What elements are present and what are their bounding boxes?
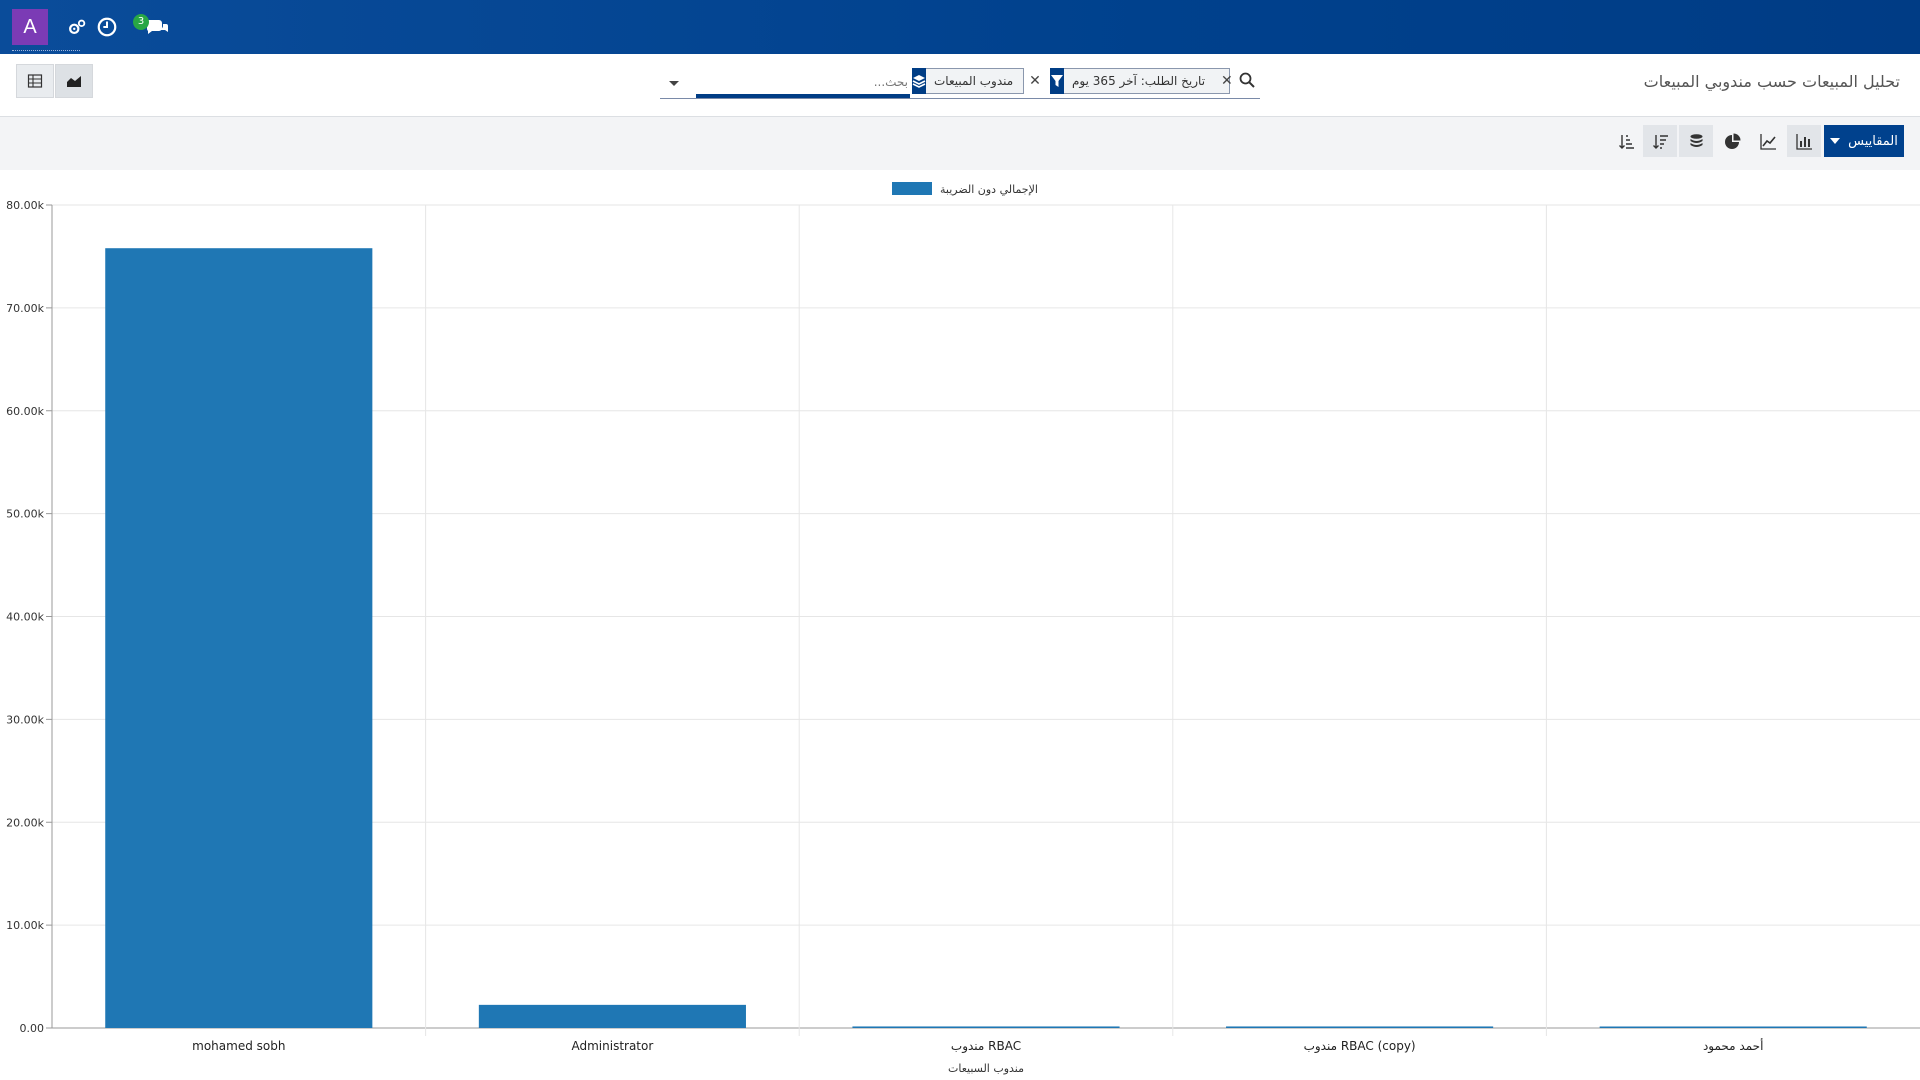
facet-label: مندوب المبيعات [934, 74, 1014, 88]
caret-down-icon [1830, 138, 1841, 144]
y-tick-label: 0.00 [20, 1022, 45, 1035]
y-tick-label: 50.00k [6, 508, 44, 521]
bar[interactable] [105, 248, 373, 1028]
sort-descending-icon [1652, 134, 1668, 149]
bar[interactable] [1226, 1026, 1494, 1028]
x-axis-title: مندوب السبيعات [948, 1062, 1024, 1075]
search-bar: مندوب المبيعات ✕ تاريخ الطلب: آخر 365 يو… [660, 66, 1260, 99]
bar[interactable] [1599, 1026, 1867, 1029]
legend-swatch[interactable] [892, 182, 932, 195]
graph-view-icon [67, 76, 81, 87]
bar-chart-icon [1795, 133, 1812, 150]
bar[interactable] [852, 1026, 1120, 1028]
y-tick-label: 60.00k [6, 405, 44, 418]
pie-chart-icon [1724, 133, 1740, 149]
groupby-icon [912, 68, 926, 94]
x-tick-label: مندوب RBAC [951, 1039, 1021, 1054]
x-tick-label: mohamed sobh [192, 1039, 285, 1053]
bar[interactable] [478, 1004, 746, 1028]
chart-container: 0.00 10.00k 20.00k 30.00k 40.00k 50.00k 60.00k… [0, 170, 1920, 1080]
search-input[interactable] [696, 70, 910, 98]
sort-ascending-icon [1618, 134, 1634, 149]
x-tick-label: أحمد محمود [1703, 1038, 1763, 1054]
bar-chart: 0.00 10.00k 20.00k 30.00k 40.00k 50.00k 60.00k… [0, 170, 1920, 1080]
y-tick-label: 30.00k [6, 713, 44, 726]
x-tick-label: مندوب RBAC (copy) [1304, 1039, 1416, 1054]
bar-chart-button[interactable] [1787, 125, 1821, 157]
graph-view-button[interactable] [55, 64, 93, 98]
y-tick-label: 20.00k [6, 816, 44, 829]
filter-icon [1050, 68, 1064, 94]
y-tick-label: 70.00k [6, 302, 44, 315]
line-chart-icon [1759, 133, 1776, 150]
top-navbar: A 3 [0, 0, 1920, 54]
user-avatar[interactable]: A [12, 9, 48, 45]
facet-remove-icon[interactable]: ✕ [1021, 73, 1049, 89]
list-view-icon [27, 74, 43, 88]
sort-ascending-button[interactable] [1609, 125, 1643, 157]
message-count-badge: 3 [133, 14, 149, 30]
stacked-toggle-button[interactable] [1679, 125, 1713, 157]
search-facet-groupby[interactable]: مندوب المبيعات ✕ [912, 68, 1041, 94]
pie-chart-button[interactable] [1715, 125, 1749, 157]
measures-dropdown-button[interactable]: المقاييس [1824, 125, 1904, 157]
avatar-underline [12, 48, 80, 51]
search-icon[interactable] [1238, 71, 1256, 89]
facet-remove-icon[interactable]: ✕ [1213, 73, 1241, 89]
facet-label: تاريخ الطلب: آخر 365 يوم [1072, 74, 1206, 88]
y-tick-label: 10.00k [6, 919, 44, 932]
clock-icon[interactable] [96, 16, 118, 38]
list-view-button[interactable] [16, 64, 54, 98]
line-chart-button[interactable] [1751, 125, 1785, 157]
legend-label: الإجمالي دون الضريبة [940, 183, 1038, 196]
sort-descending-button[interactable] [1643, 125, 1677, 157]
stack-icon [1690, 133, 1702, 147]
view-switcher [16, 64, 94, 98]
settings-icon[interactable] [66, 16, 88, 38]
y-tick-label: 40.00k [6, 611, 44, 624]
y-tick-label: 80.00k [6, 199, 44, 212]
search-options-toggle[interactable] [668, 74, 680, 86]
x-tick-label: Administrator [571, 1039, 653, 1053]
measures-label: المقاييس [1848, 133, 1898, 149]
search-facet-filter[interactable]: تاريخ الطلب: آخر 365 يوم ✕ [1050, 68, 1233, 94]
control-panel: مندوب المبيعات ✕ تاريخ الطلب: آخر 365 يو… [0, 54, 1920, 117]
page-title: تحليل المبيعات حسب مندوبي المبيعات [1643, 72, 1900, 91]
caret-down-icon [669, 81, 679, 86]
